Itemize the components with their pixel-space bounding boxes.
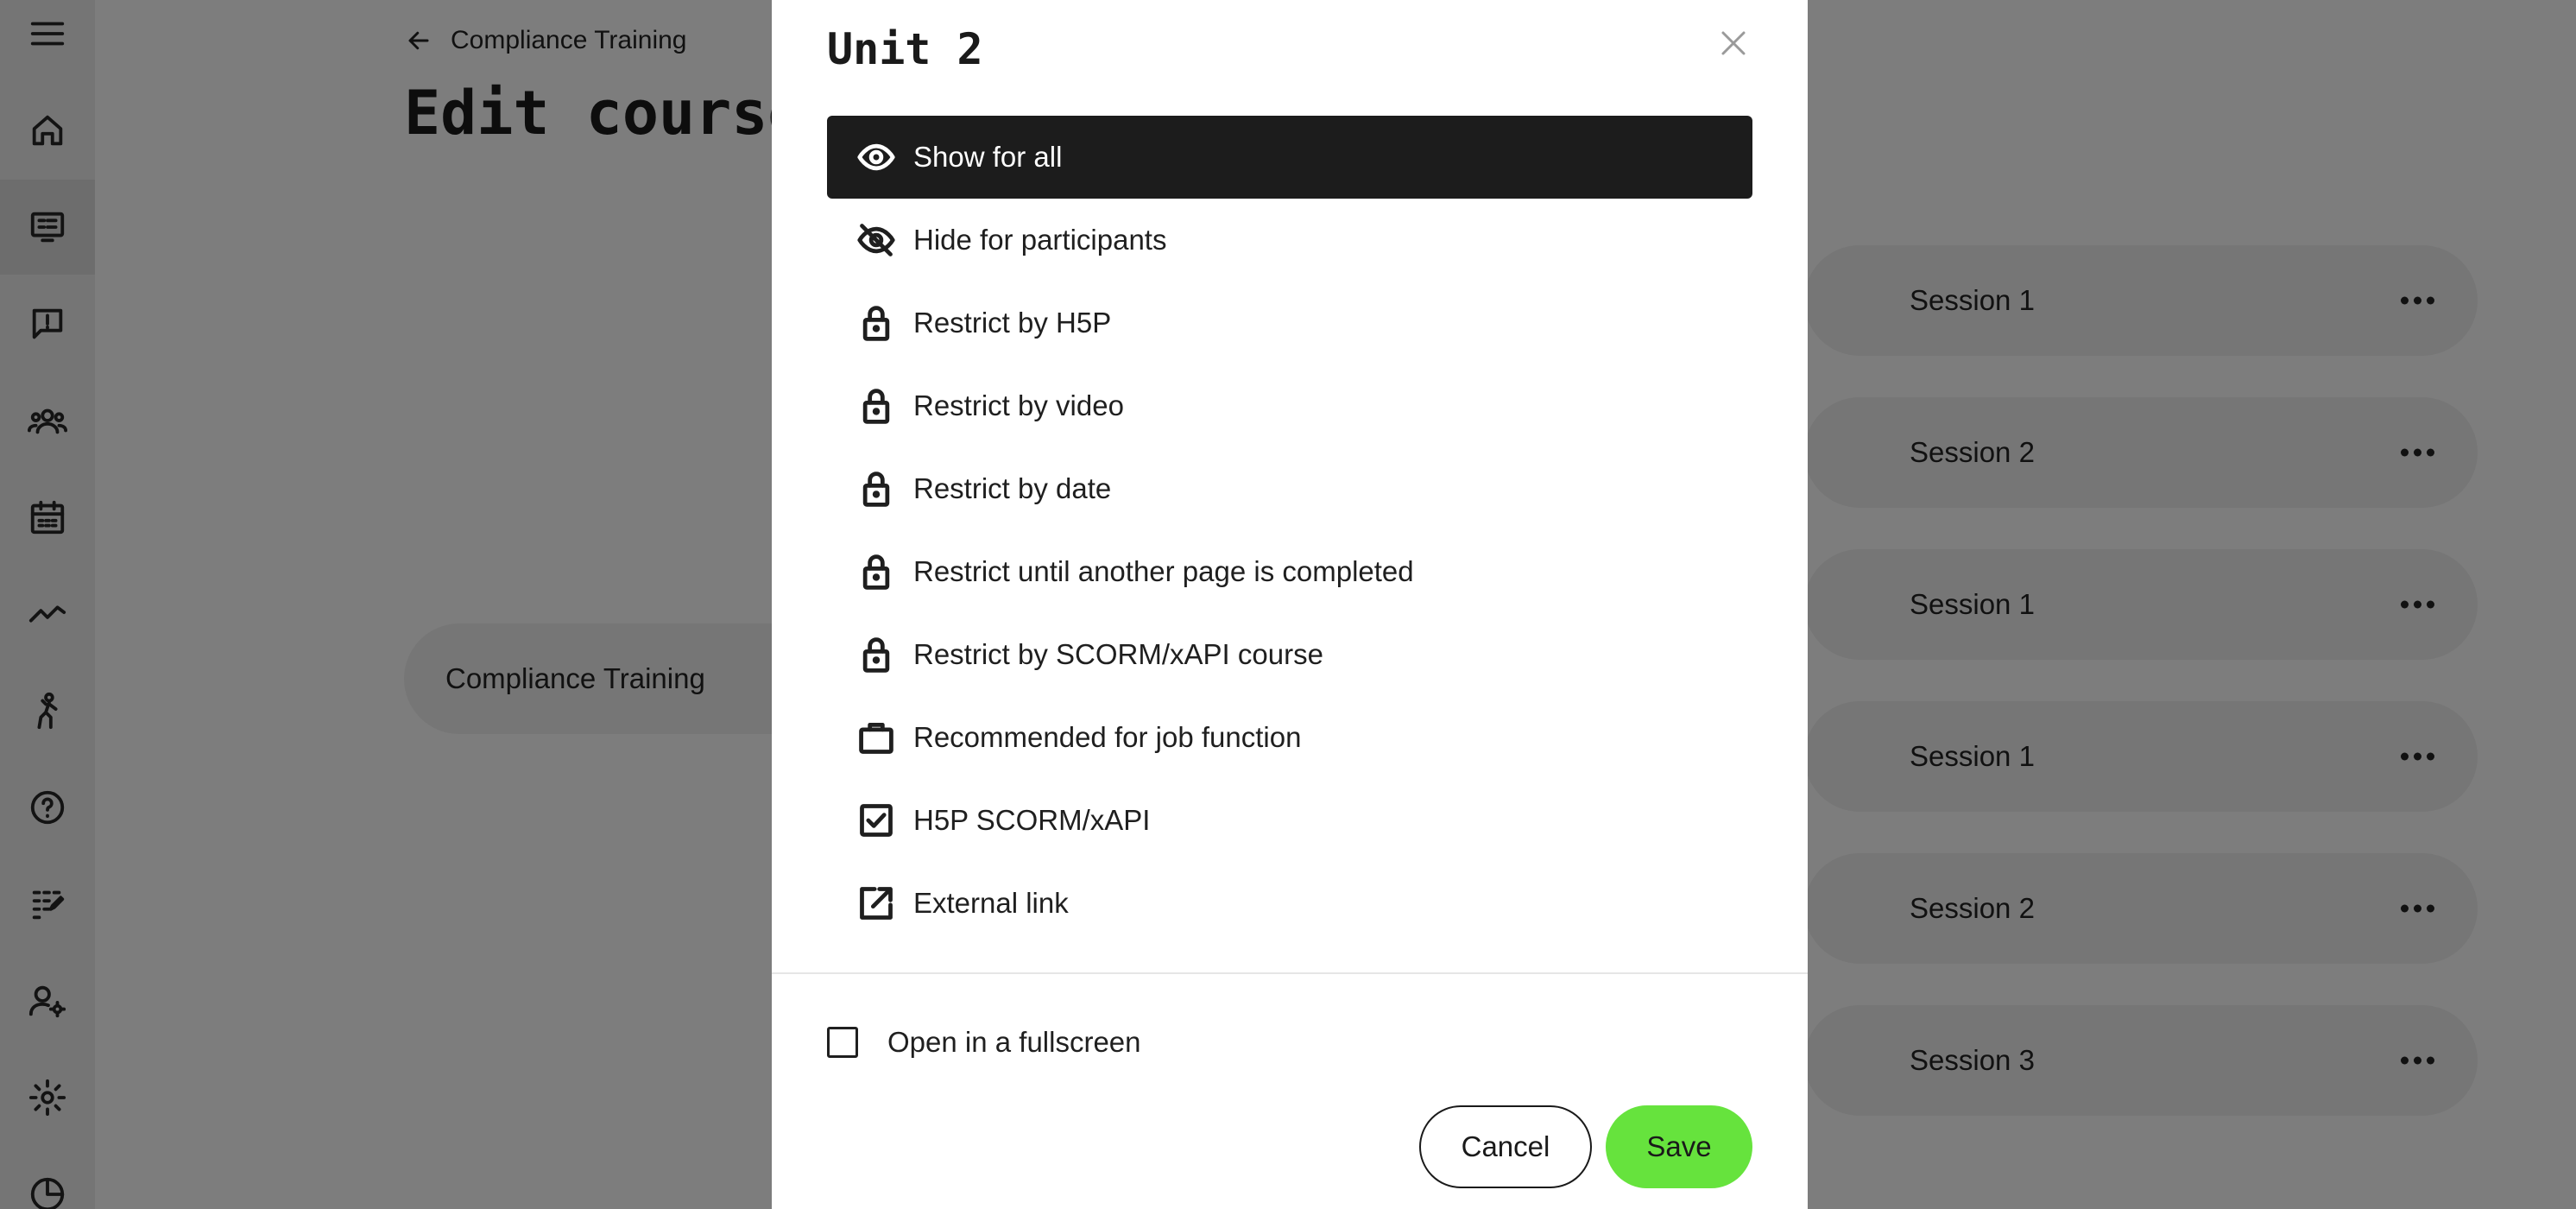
fullscreen-checkbox[interactable]	[827, 1027, 858, 1058]
fullscreen-label: Open in a fullscreen	[887, 1026, 1141, 1058]
option-label: Restrict by video	[913, 389, 1124, 421]
option-restrict-until-page-completed[interactable]: Restrict until another page is completed	[827, 530, 1752, 613]
option-h5p-scorm-xapi[interactable]: H5P SCORM/xAPI	[827, 779, 1752, 862]
option-label: Restrict by date	[913, 472, 1112, 504]
lock-icon	[862, 389, 890, 424]
unit-visibility-modal: Unit 2 Show for all Hide for participant…	[772, 0, 1808, 1209]
lock-icon	[862, 637, 890, 673]
option-restrict-by-h5p[interactable]: Restrict by H5P	[827, 282, 1752, 364]
option-external-link[interactable]: External link	[827, 862, 1752, 945]
option-show-for-all[interactable]: Show for all	[827, 116, 1752, 199]
option-restrict-by-scorm[interactable]: Restrict by SCORM/xAPI course	[827, 613, 1752, 696]
eye-icon	[857, 143, 895, 171]
briefcase-icon	[859, 722, 893, 754]
cancel-button[interactable]: Cancel	[1419, 1105, 1592, 1188]
save-button[interactable]: Save	[1606, 1105, 1752, 1188]
lock-icon	[862, 554, 890, 590]
close-button[interactable]	[1716, 26, 1751, 60]
option-label: Restrict by H5P	[913, 307, 1112, 339]
external-link-icon	[860, 887, 893, 920]
lock-icon	[862, 306, 890, 341]
option-hide-for-participants[interactable]: Hide for participants	[827, 199, 1752, 282]
option-label: Restrict until another page is completed	[913, 555, 1414, 587]
option-label: External link	[913, 887, 1069, 919]
close-icon	[1721, 31, 1746, 55]
option-label: Hide for participants	[913, 224, 1167, 256]
divider	[772, 972, 1808, 974]
option-label: H5P SCORM/xAPI	[913, 804, 1151, 836]
visibility-options: Show for all Hide for participants Restr…	[827, 116, 1752, 945]
fullscreen-toggle[interactable]: Open in a fullscreen	[827, 1026, 1141, 1059]
lock-icon	[862, 472, 890, 507]
option-restrict-by-video[interactable]: Restrict by video	[827, 364, 1752, 447]
option-restrict-by-date[interactable]: Restrict by date	[827, 447, 1752, 530]
option-label: Restrict by SCORM/xAPI course	[913, 638, 1323, 670]
eye-off-icon	[857, 224, 895, 256]
modal-title: Unit 2	[827, 24, 983, 74]
option-label: Show for all	[913, 141, 1063, 173]
checkbox-checked-icon	[860, 804, 893, 837]
option-recommended-job-function[interactable]: Recommended for job function	[827, 696, 1752, 779]
option-label: Recommended for job function	[913, 721, 1302, 753]
